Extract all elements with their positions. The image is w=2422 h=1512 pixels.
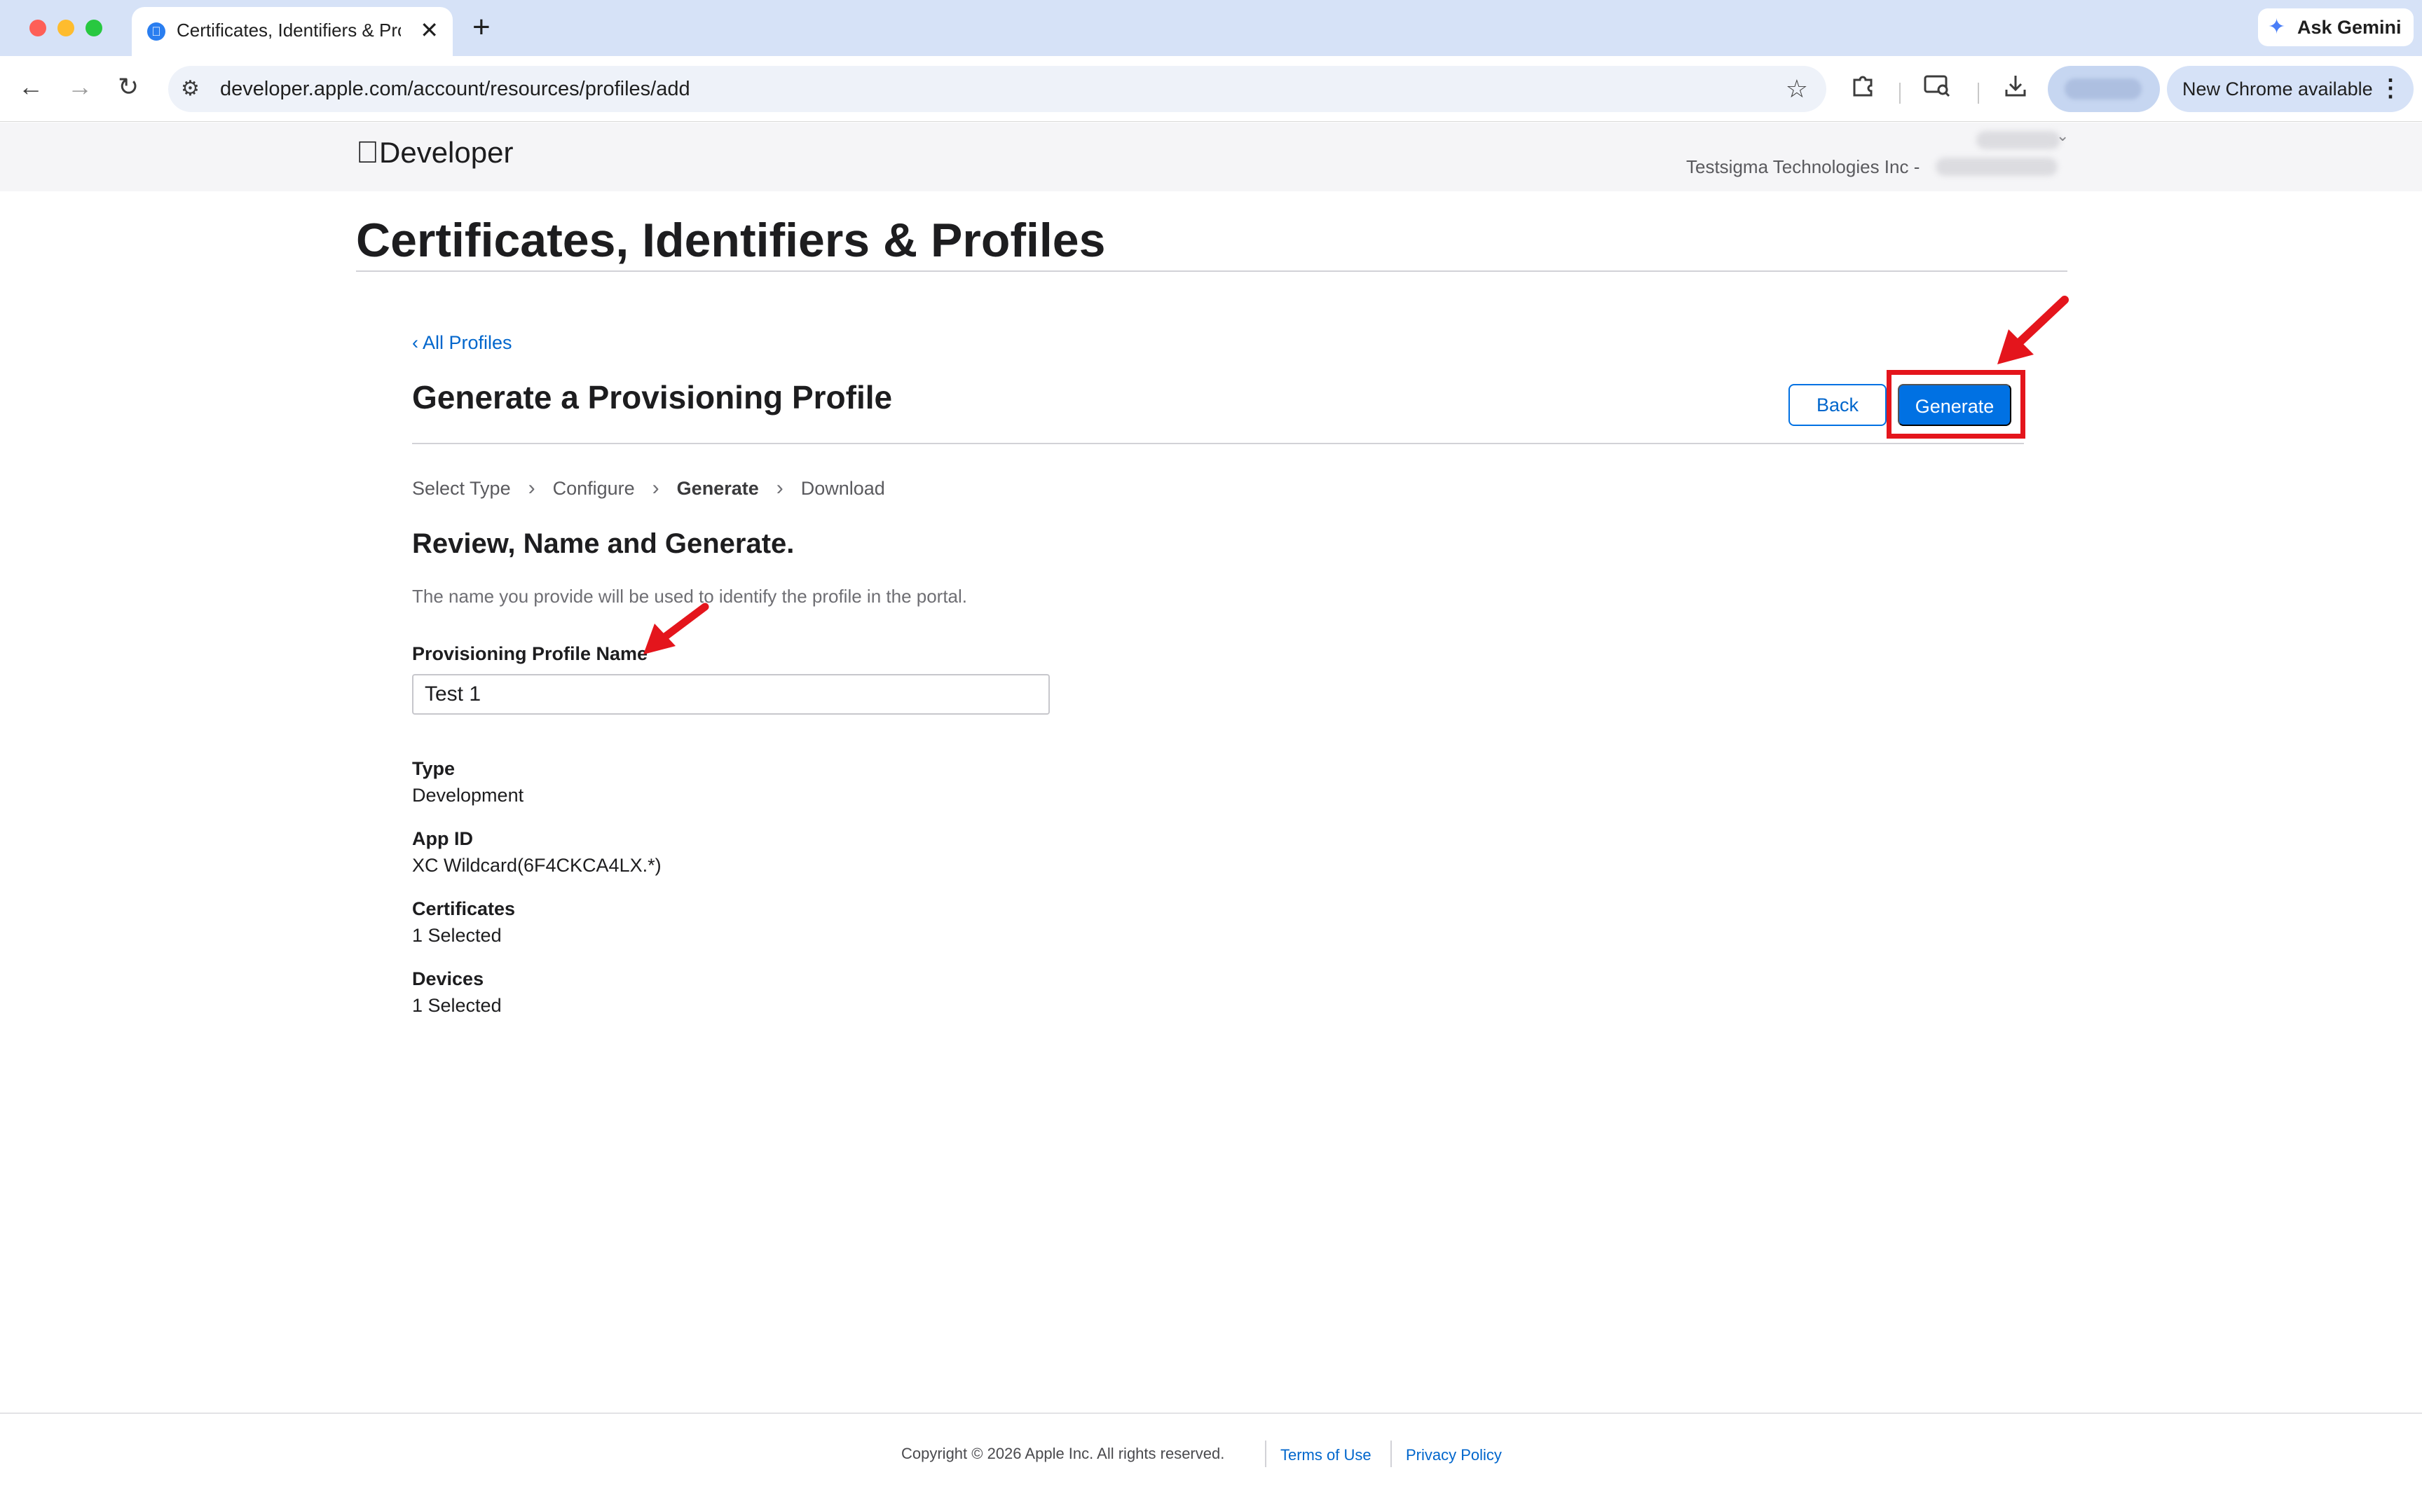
certificates-label: Certificates (412, 898, 516, 919)
copyright-text: Copyright © 2026 Apple Inc. All rights r… (901, 1445, 1225, 1462)
app-id-value: XC Wildcard(6F4CKCA4LX.*) (412, 855, 662, 876)
devices-value: 1 Selected (412, 995, 502, 1016)
terms-of-use-link[interactable]: Terms of Use (1280, 1446, 1371, 1464)
certificates-value: 1 Selected (412, 925, 502, 946)
app-id-label: App ID (412, 828, 473, 849)
type-value: Development (412, 785, 524, 806)
footer-separator (1265, 1441, 1266, 1467)
footer-separator (1390, 1441, 1392, 1467)
arrow-to-generate (1997, 296, 2069, 364)
arrow-to-name-label (643, 603, 709, 654)
privacy-policy-link[interactable]: Privacy Policy (1406, 1446, 1502, 1464)
page-footer: Copyright © 2026 Apple Inc. All rights r… (0, 1414, 2422, 1512)
devices-label: Devices (412, 968, 484, 989)
annotation-arrows (643, 296, 2069, 654)
